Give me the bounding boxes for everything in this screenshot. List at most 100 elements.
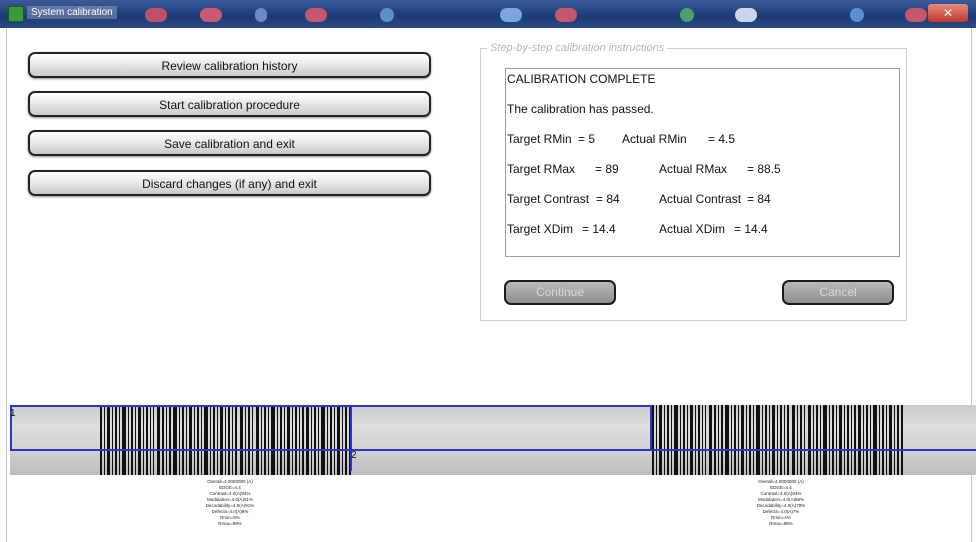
background-icon [735, 8, 757, 22]
status-message: The calibration has passed. [507, 102, 654, 116]
barcode-bar [738, 405, 739, 475]
barcode-bar [836, 405, 837, 475]
stat-line: Rmax=89% [218, 521, 242, 526]
actual-contrast-value: = 84 [747, 192, 771, 206]
barcode-bar [901, 405, 903, 475]
target-xdim-value: = 14.4 [582, 222, 616, 236]
start-calibration-button[interactable]: Start calibration procedure [28, 91, 431, 117]
background-icon [145, 8, 167, 22]
barcode-bar [866, 405, 868, 475]
barcode-bar [674, 405, 678, 475]
target-rmax-value: = 89 [595, 162, 619, 176]
barcode-bar [784, 405, 785, 475]
barcode-bar [777, 405, 778, 475]
background-icon [905, 8, 927, 22]
barcode-bar [659, 405, 662, 475]
barcode-bar [695, 405, 696, 475]
barcode-bar [687, 405, 688, 475]
barcode-bar [808, 405, 811, 475]
barcode-bar [749, 405, 751, 475]
barcode-bar [734, 405, 736, 475]
barcode-bar [854, 405, 856, 475]
background-icon [555, 8, 577, 22]
actual-rmin-value: = 4.5 [708, 132, 736, 146]
barcode-bar [705, 405, 706, 475]
barcode-bar [652, 405, 654, 475]
barcode-bar [714, 405, 716, 475]
barcode-bar [746, 405, 747, 475]
stat-line: Rmax=88% [769, 521, 793, 526]
barcode-bar [844, 405, 845, 475]
barcode-bar [753, 405, 754, 475]
barcode-bar [823, 405, 827, 475]
barcode-bar [671, 405, 672, 475]
barcode-bar [889, 405, 892, 475]
background-icon [680, 8, 694, 22]
barcode-bar [873, 405, 877, 475]
barcode-bar [851, 405, 852, 475]
review-history-button[interactable]: Review calibration history [28, 52, 431, 78]
target-rmin-label: Target RMin [507, 132, 572, 146]
scan-region-2 [350, 405, 652, 451]
barcode-bar [756, 405, 760, 475]
save-and-exit-button[interactable]: Save calibration and exit [28, 130, 431, 156]
target-contrast-value: = 84 [596, 192, 620, 206]
barcode-bar [667, 405, 669, 475]
target-rmin-value: = 5 [578, 132, 596, 146]
background-icon [305, 8, 327, 22]
target-rmax-label: Target RMax [507, 162, 576, 176]
barcode-bar [741, 405, 744, 475]
window-title: System calibration [27, 6, 117, 19]
barcode-bar [804, 405, 805, 475]
close-button[interactable]: ✕ [928, 4, 968, 22]
scan-marker-1: 1 [10, 408, 16, 419]
barcode-bar [863, 405, 864, 475]
barcode-bar [816, 405, 818, 475]
scan-region-1 [10, 405, 352, 451]
cancel-button[interactable]: Cancel [782, 280, 894, 305]
scan-marker-2: 2 [351, 450, 357, 461]
instructions-group-label: Step-by-step calibration instructions [487, 42, 668, 54]
background-icon [200, 8, 222, 22]
scan-results-left: Overall=4.0000000 (A) EDGE=4.4 Contrast=… [150, 479, 310, 527]
barcode-bar [839, 405, 842, 475]
barcode-bar [894, 405, 895, 475]
actual-rmax-value: = 88.5 [747, 162, 781, 176]
barcode-bar [683, 405, 685, 475]
scan-results-right: Overall=4.0000000 (A) EDGE=4.4 Contrast=… [701, 479, 861, 527]
discard-and-exit-button[interactable]: Discard changes (if any) and exit [28, 170, 431, 196]
actual-rmax-label: Actual RMax [659, 162, 728, 176]
barcode-bar [680, 405, 681, 475]
barcode-bar [664, 405, 665, 475]
barcode-image-right [652, 405, 904, 475]
actual-xdim-label: Actual XDim [659, 222, 726, 236]
scan-line [652, 449, 976, 451]
actual-xdim-value: = 14.4 [734, 222, 768, 236]
barcode-bar [820, 405, 821, 475]
actual-rmin-label: Actual RMin [622, 132, 687, 146]
background-icon [255, 8, 267, 22]
actual-contrast-label: Actual Contrast [659, 192, 742, 206]
barcode-bar [780, 405, 782, 475]
barcode-bar [762, 405, 763, 475]
barcode-bar [792, 405, 795, 475]
background-icon [500, 8, 522, 22]
barcode-bar [829, 405, 830, 475]
title-bar: System calibration ✕ [0, 0, 976, 28]
barcode-bar [656, 405, 657, 475]
barcode-bar [765, 405, 767, 475]
barcode-bar [797, 405, 798, 475]
barcode-bar [731, 405, 732, 475]
barcode-bar [787, 405, 789, 475]
app-icon [8, 6, 24, 22]
barcode-bar [721, 405, 723, 475]
continue-button[interactable]: Continue [504, 280, 616, 305]
barcode-bar [725, 405, 729, 475]
barcode-bar [698, 405, 700, 475]
barcode-bar [813, 405, 814, 475]
target-contrast-label: Target Contrast [507, 192, 590, 206]
barcode-bar [709, 405, 712, 475]
barcode-bar [870, 405, 871, 475]
background-icon [380, 8, 394, 22]
barcode-bar [897, 405, 899, 475]
